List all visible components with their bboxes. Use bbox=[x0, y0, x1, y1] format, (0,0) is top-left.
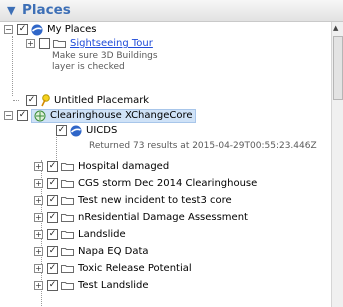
panel-title: Places bbox=[22, 2, 71, 18]
folder-icon bbox=[53, 40, 66, 48]
tree-item-label: Toxic Release Potential bbox=[78, 263, 192, 274]
folder-icon bbox=[61, 231, 74, 239]
checkbox[interactable]: ✓ bbox=[47, 161, 58, 172]
vertical-scrollbar[interactable]: ▲ bbox=[331, 22, 343, 307]
tree-item-folder[interactable]: + ✓ nResidential Damage Assessment bbox=[34, 210, 248, 225]
tree-item-clearinghouse[interactable]: − ✓ Clearinghouse XChangeCore bbox=[4, 108, 196, 123]
tree-item-folder[interactable]: + ✓ CGS storm Dec 2014 Clearinghouse bbox=[34, 176, 257, 191]
folder-icon bbox=[61, 197, 74, 205]
checkbox[interactable]: ✓ bbox=[47, 280, 58, 291]
tree-item-untitled-placemark[interactable]: ✓ Untitled Placemark bbox=[26, 93, 149, 108]
expand-toggle[interactable]: + bbox=[34, 213, 43, 222]
checkbox[interactable]: ✓ bbox=[17, 24, 28, 35]
checkbox[interactable]: ✓ bbox=[56, 125, 67, 136]
item-description: layer is checked bbox=[52, 62, 125, 72]
checkbox[interactable]: ✓ bbox=[47, 195, 58, 206]
tree-item-label: Untitled Placemark bbox=[54, 95, 150, 106]
results-status-text: Returned 73 results at 2015-04-29T00:55:… bbox=[89, 141, 317, 151]
tree-item-folder[interactable]: + ✓ Toxic Release Potential bbox=[34, 261, 192, 276]
scrollbar-thumb[interactable] bbox=[333, 36, 343, 100]
expand-toggle[interactable]: + bbox=[34, 162, 43, 171]
tree-item-label: CGS storm Dec 2014 Clearinghouse bbox=[78, 178, 258, 189]
tree-guide-line bbox=[13, 100, 19, 101]
pushpin-icon bbox=[41, 94, 50, 107]
tree-item-folder[interactable]: + ✓ Test new incident to test3 core bbox=[34, 193, 232, 208]
folder-icon bbox=[61, 214, 74, 222]
checkbox[interactable]: ✓ bbox=[47, 212, 58, 223]
tree-item-label: Test new incident to test3 core bbox=[78, 195, 232, 206]
tree-item-uicds[interactable]: ✓ UICDS bbox=[56, 123, 117, 138]
checkbox[interactable]: ✓ bbox=[47, 178, 58, 189]
places-globe-icon bbox=[31, 24, 43, 35]
tree-item-sightseeing-tour[interactable]: + ✓ Sightseeing Tour bbox=[26, 36, 153, 51]
tree-guide-line bbox=[12, 36, 13, 96]
expand-toggle[interactable]: + bbox=[34, 264, 43, 273]
expand-toggle[interactable]: + bbox=[34, 247, 43, 256]
item-description: Make sure 3D Buildings bbox=[52, 51, 158, 61]
tree-item-label: Test Landslide bbox=[78, 280, 149, 291]
tree-item-label: Hospital damaged bbox=[78, 161, 170, 172]
checkbox[interactable]: ✓ bbox=[17, 110, 28, 121]
tree-item-label: Clearinghouse XChangeCore bbox=[50, 110, 193, 121]
checkbox[interactable]: ✓ bbox=[26, 95, 37, 106]
folder-icon bbox=[61, 180, 74, 188]
tree-item-label: nResidential Damage Assessment bbox=[78, 212, 248, 223]
collapse-toggle[interactable]: − bbox=[4, 111, 13, 120]
places-tree: − ✓ My Places + ✓ Sightseeing Tour Make … bbox=[0, 22, 332, 307]
folder-icon bbox=[61, 265, 74, 273]
globe-icon bbox=[70, 125, 82, 136]
tree-item-folder[interactable]: + ✓ Test Landslide bbox=[34, 278, 149, 293]
tree-item-label: Napa EQ Data bbox=[78, 246, 149, 257]
tree-item-folder[interactable]: + ✓ Hospital damaged bbox=[34, 159, 169, 174]
tree-item-my-places[interactable]: − ✓ My Places bbox=[4, 22, 97, 37]
tree-item-folder[interactable]: + ✓ Napa EQ Data bbox=[34, 244, 149, 259]
sightseeing-tour-link[interactable]: Sightseeing Tour bbox=[70, 38, 153, 49]
selection-highlight: Clearinghouse XChangeCore bbox=[31, 108, 196, 123]
network-link-icon bbox=[34, 110, 46, 121]
folder-icon bbox=[61, 163, 74, 171]
checkbox[interactable]: ✓ bbox=[47, 229, 58, 240]
tree-item-label: Landslide bbox=[78, 229, 126, 240]
tree-item-label: My Places bbox=[47, 24, 97, 35]
folder-icon bbox=[61, 282, 74, 290]
expand-toggle[interactable]: + bbox=[34, 179, 43, 188]
expand-toggle[interactable]: + bbox=[26, 39, 35, 48]
expand-toggle[interactable]: + bbox=[34, 230, 43, 239]
folder-icon bbox=[61, 248, 74, 256]
places-panel: ▼ Places − ✓ My Places + ✓ Sightseeing T… bbox=[0, 0, 343, 307]
checkbox[interactable]: ✓ bbox=[47, 263, 58, 274]
checkbox[interactable]: ✓ bbox=[47, 246, 58, 257]
expand-toggle[interactable]: + bbox=[34, 196, 43, 205]
tree-item-label: UICDS bbox=[86, 125, 118, 136]
expand-toggle[interactable]: + bbox=[34, 281, 43, 290]
places-header[interactable]: ▼ Places bbox=[0, 0, 343, 22]
checkbox[interactable]: ✓ bbox=[39, 38, 50, 49]
collapse-toggle[interactable]: − bbox=[4, 25, 13, 34]
tree-item-folder[interactable]: + ✓ Landslide bbox=[34, 227, 126, 242]
collapse-triangle-icon[interactable]: ▼ bbox=[7, 4, 15, 17]
scroll-up-arrow-icon[interactable]: ▲ bbox=[333, 24, 338, 32]
